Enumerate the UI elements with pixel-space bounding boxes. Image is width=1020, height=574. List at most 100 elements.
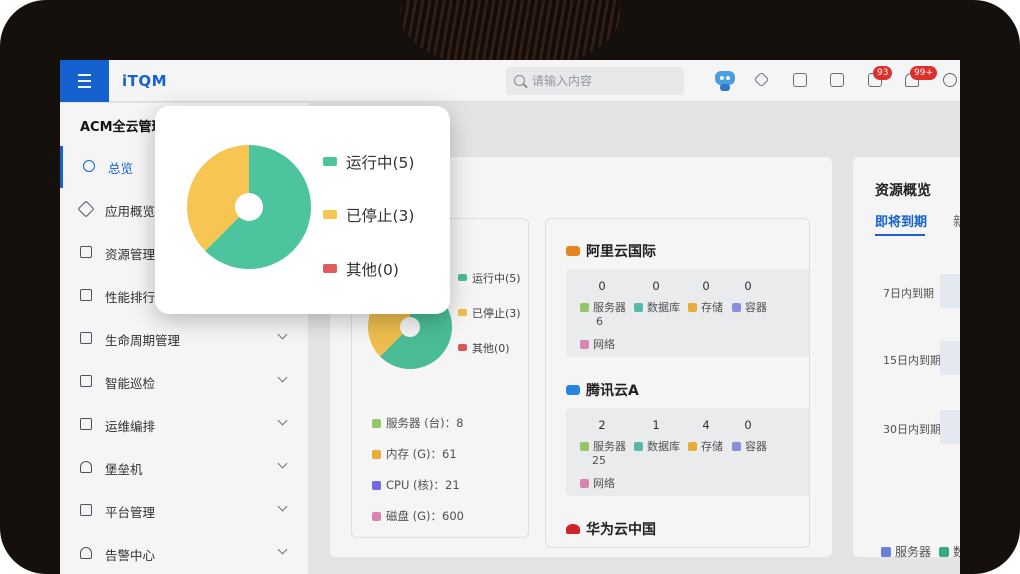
cpu-icon <box>372 481 381 490</box>
network-icon <box>580 340 589 349</box>
menu-icon-line <box>78 74 91 76</box>
provider-huawei-title[interactable]: 华为云中国 <box>566 519 656 539</box>
legend-other: 其他(0) <box>323 258 399 280</box>
sidebar-item-alerts[interactable]: 告警中心 <box>60 533 308 574</box>
app-logo[interactable]: iTQM <box>122 72 167 90</box>
huawei-icon <box>566 524 580 534</box>
sidebar-item-label: 应用概览 <box>105 204 156 219</box>
tab-new[interactable]: 新 <box>953 211 960 230</box>
tab-expiring-soon[interactable]: 即将到期 <box>875 211 927 230</box>
disk-icon <box>372 512 381 521</box>
legend-swatch <box>939 547 950 557</box>
legend-swatch <box>323 157 337 166</box>
notification-count-badge: 99+ <box>910 66 937 80</box>
stat-value: 4 <box>702 418 710 432</box>
sidebar-item-orchestration[interactable]: 运维编排 <box>60 404 308 446</box>
expiry-bar <box>940 410 960 444</box>
stat-label: 服务器 <box>580 299 626 315</box>
stat-value: 0 <box>744 279 752 293</box>
expiry-bar <box>940 341 960 375</box>
sidebar-item-bastion[interactable]: 堡垒机 <box>60 447 308 489</box>
server-icon <box>580 303 589 312</box>
database-icon <box>634 442 643 451</box>
sidebar-item-lifecycle[interactable]: 生命周期管理 <box>60 318 308 360</box>
alarm-icon <box>80 547 92 559</box>
provider-aliyun-title[interactable]: 阿里云国际 <box>566 241 656 261</box>
inspection-icon <box>80 375 92 387</box>
sidebar-item-label: 堡垒机 <box>105 462 143 477</box>
monitor-icon[interactable] <box>830 73 844 87</box>
legend-running: 运行中(5) <box>323 151 414 173</box>
container-icon <box>732 303 741 312</box>
sidebar-item-label: 平台管理 <box>105 505 156 520</box>
stat-label: 容器 <box>732 299 767 315</box>
storage-icon <box>688 303 697 312</box>
menu-icon-line <box>78 86 91 88</box>
sidebar-item-platform[interactable]: 平台管理 <box>60 490 308 532</box>
ranking-icon <box>80 289 92 301</box>
stat-value: 0 <box>598 279 606 293</box>
network-icon <box>580 479 589 488</box>
storage-icon <box>688 442 697 451</box>
stat-label: 网络 <box>580 336 615 352</box>
legend-stopped: 已停止(3) <box>323 204 414 226</box>
chevron-down-icon <box>277 329 288 340</box>
mini-legend-running: 运行中(5) <box>458 270 521 286</box>
help-icon[interactable] <box>943 73 957 87</box>
task-count-badge: 93 <box>873 66 893 80</box>
server-icon <box>372 419 381 428</box>
sidebar-item-inspection[interactable]: 智能巡检 <box>60 361 308 403</box>
expiry-row-30d: 30日内到期 <box>883 423 941 436</box>
chevron-down-icon <box>277 372 288 383</box>
chevron-down-icon <box>277 458 288 469</box>
legend-swatch <box>323 210 337 219</box>
expiry-row-7d: 7日内到期 <box>883 287 934 300</box>
sidebar-item-label: 资源管理 <box>105 247 156 262</box>
provider-tencent-title[interactable]: 腾讯云A <box>566 380 639 400</box>
sidebar-item-label: 运维编排 <box>105 419 156 434</box>
status-pie-chart <box>187 145 311 269</box>
pie-icon <box>83 160 95 172</box>
terminal-icon <box>80 418 92 430</box>
stat-label: 存储 <box>688 299 723 315</box>
tencent-cloud-icon <box>566 385 580 395</box>
hexagon-icon <box>77 200 95 218</box>
search-icon <box>514 75 525 86</box>
assistant-robot-icon[interactable] <box>714 67 736 91</box>
sidebar-title: ACM全云管理 <box>80 120 165 135</box>
chevron-down-icon <box>277 544 288 555</box>
active-tab-underline <box>875 234 925 236</box>
search-placeholder: 请输入内容 <box>532 74 593 88</box>
stat-value: 2 <box>598 418 606 432</box>
sidebar-item-label: 告警中心 <box>105 548 156 563</box>
mini-legend-other: 其他(0) <box>458 340 510 356</box>
stat-cpu: CPU (核)：21 <box>372 477 460 493</box>
expiry-row-15d: 15日内到期 <box>883 354 941 367</box>
sidebar-item-label: 智能巡检 <box>105 376 156 391</box>
stat-servers: 服务器 (台)：8 <box>372 415 463 431</box>
resource-legend: 服务器数 <box>881 543 960 560</box>
top-bar: iTQM 请输入内容 93 99+ <box>60 60 960 102</box>
sidebar-item-label: 性能排行 <box>105 290 156 305</box>
stat-label: 数据库 <box>634 438 680 454</box>
database-icon <box>634 303 643 312</box>
device-frame: iTQM 请输入内容 93 99+ ACM全云管理 总览 应用概览 资源管理 性… <box>0 0 1020 574</box>
stat-value: 0 <box>652 279 660 293</box>
chevron-down-icon <box>277 415 288 426</box>
stat-label: 存储 <box>688 438 723 454</box>
server-icon <box>580 442 589 451</box>
memory-icon <box>372 450 381 459</box>
stat-value: 6 <box>596 315 603 328</box>
terminal-icon[interactable] <box>793 73 807 87</box>
hourglass-icon <box>80 332 92 344</box>
diamond-icon[interactable] <box>753 71 770 88</box>
stat-value: 25 <box>592 454 606 467</box>
aliyun-icon <box>566 246 580 256</box>
menu-toggle-button[interactable] <box>60 60 109 102</box>
stat-value: 0 <box>702 279 710 293</box>
resource-overview-card: 资源概览 即将到期 新 7日内到期 15日内到期 30日内到期 服务器数 <box>853 157 960 560</box>
search-input[interactable]: 请输入内容 <box>506 67 684 95</box>
cloud-providers-card: 阿里云国际 0 0 0 0 服务器 数据库 存储 容器 6 网络 腾讯云A 2 … <box>545 218 810 548</box>
stat-label: 数据库 <box>634 299 680 315</box>
stat-value: 1 <box>652 418 660 432</box>
